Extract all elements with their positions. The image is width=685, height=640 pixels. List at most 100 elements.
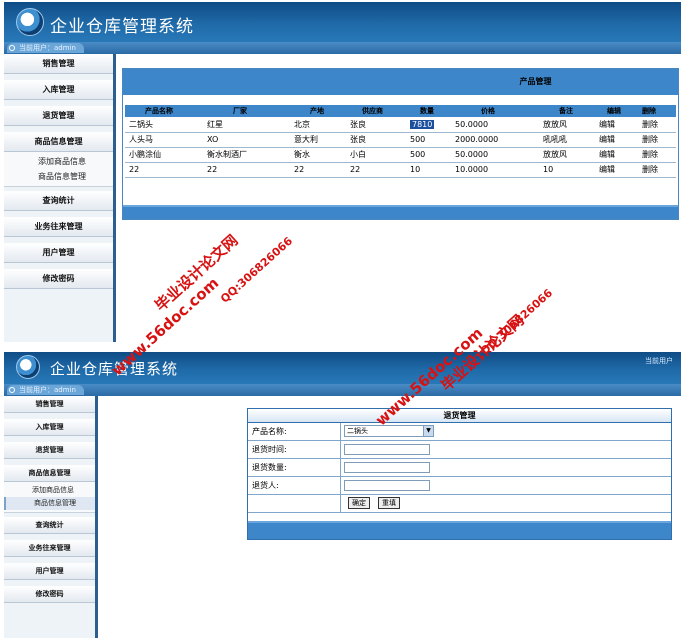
return-person-input[interactable] [344, 480, 430, 491]
col-maker: 厂家 [203, 105, 290, 117]
form-row-time: 退货时间: [248, 441, 671, 459]
sidebar: 销售管理 入库管理 退货管理 商品信息管理 添加商品信息 商品信息管理 查询统计… [4, 54, 116, 342]
return-time-input[interactable] [344, 444, 430, 455]
menu-query-stats[interactable]: 查询统计 [4, 517, 95, 534]
app-header: 企业仓库管理系统 当前用户 [4, 352, 681, 384]
col-note: 备注 [539, 105, 595, 117]
cell-qty: 500 [406, 147, 451, 163]
col-supplier: 供应商 [346, 105, 406, 117]
menu-stock-in[interactable]: 入库管理 [4, 419, 95, 436]
cell-maker: XO [203, 132, 290, 148]
sidebar: 销售管理 入库管理 退货管理 商品信息管理 添加商品信息 商品信息管理 查询统计… [4, 396, 98, 638]
cell-maker: 22 [203, 162, 290, 178]
form-row-qty: 退货数量: [248, 459, 671, 477]
user-bar: 当前用户：admin [4, 42, 681, 54]
app-header: 企业仓库管理系统 [4, 2, 681, 42]
product-name-selected: 二锅头 [347, 427, 368, 435]
cell-name: 小鹏涂仙 [125, 147, 203, 163]
menu-product-info[interactable]: 商品信息管理 [4, 132, 113, 152]
reset-button[interactable]: 重填 [378, 497, 400, 509]
product-name-label: 产品名称: [252, 427, 287, 436]
menu-change-password[interactable]: 修改密码 [4, 586, 95, 603]
cell-name: 人头马 [125, 132, 203, 148]
form-row-product: 产品名称: 二锅头 ▼ [248, 423, 671, 441]
cell-origin: 衡水 [290, 147, 346, 163]
menu-stock-in[interactable]: 入库管理 [4, 80, 113, 100]
cell-name: 22 [125, 162, 203, 178]
edit-link[interactable]: 编辑 [595, 162, 638, 178]
col-name: 产品名称 [125, 105, 203, 117]
current-user-tag: 当前用户：admin [7, 43, 84, 53]
cell-note: 放放风 [539, 117, 595, 133]
menu-business[interactable]: 业务往来管理 [4, 217, 113, 237]
menu-sales[interactable]: 销售管理 [4, 396, 95, 413]
menu-sales[interactable]: 销售管理 [4, 54, 113, 74]
delete-link[interactable]: 删除 [638, 162, 676, 178]
table-row: 人头马 XO 意大利 张良 500 2000.0000 吼吼吼 编辑 删除 [125, 132, 676, 148]
cell-maker: 红星 [203, 117, 290, 133]
cell-qty: 10 [406, 162, 451, 178]
user-icon [9, 45, 15, 51]
delete-link[interactable]: 删除 [638, 147, 676, 163]
cell-price: 50.0000 [451, 147, 539, 163]
header-user-label: 当前用户 [645, 357, 673, 365]
return-person-label: 退货人: [252, 481, 279, 490]
screenshot-product-management: 企业仓库管理系统 当前用户：admin 销售管理 入库管理 退货管理 商品信息管… [4, 2, 681, 342]
col-price: 价格 [451, 105, 539, 117]
col-edit: 编辑 [595, 105, 638, 117]
current-user-tag: 当前用户：admin [7, 385, 84, 395]
form-row-buttons: 确定 重填 [248, 495, 671, 513]
submenu-manage-product[interactable]: 商品信息管理 [4, 497, 95, 510]
app-logo-icon [16, 8, 44, 36]
delete-link[interactable]: 删除 [638, 117, 676, 133]
col-delete: 删除 [638, 105, 676, 117]
form-footer-bar [248, 521, 671, 539]
edit-link[interactable]: 编辑 [595, 132, 638, 148]
submenu-product-info: 添加商品信息 商品信息管理 [4, 482, 95, 513]
product-table: 产品名称 厂家 产地 供应商 数量 价格 备注 编辑 删除 二锅头 红星 北京 … [125, 105, 676, 178]
current-user-label: 当前用户：admin [19, 386, 76, 394]
product-name-select[interactable]: 二锅头 ▼ [344, 425, 434, 437]
menu-users[interactable]: 用户管理 [4, 563, 95, 580]
cell-note: 放放风 [539, 147, 595, 163]
cell-supplier: 张良 [346, 132, 406, 148]
menu-users[interactable]: 用户管理 [4, 243, 113, 263]
return-qty-input[interactable] [344, 462, 430, 473]
cell-origin: 意大利 [290, 132, 346, 148]
cell-supplier: 22 [346, 162, 406, 178]
cell-note: 10 [539, 162, 595, 178]
submenu-manage-product[interactable]: 商品信息管理 [4, 169, 113, 184]
menu-business[interactable]: 业务往来管理 [4, 540, 95, 557]
edit-link[interactable]: 编辑 [595, 117, 638, 133]
cell-note: 吼吼吼 [539, 132, 595, 148]
cell-maker: 衡水制酒厂 [203, 147, 290, 163]
submenu-add-product[interactable]: 添加商品信息 [4, 154, 113, 169]
submenu-product-info: 添加商品信息 商品信息管理 [4, 152, 113, 187]
cell-supplier: 小白 [346, 147, 406, 163]
cell-price: 10.0000 [451, 162, 539, 178]
table-row: 二锅头 红星 北京 张良 7810 50.0000 放放风 编辑 删除 [125, 117, 676, 133]
menu-query-stats[interactable]: 查询统计 [4, 191, 113, 211]
delete-link[interactable]: 删除 [638, 132, 676, 148]
cell-name: 二锅头 [125, 117, 203, 133]
app-title: 企业仓库管理系统 [50, 360, 179, 378]
user-icon [9, 387, 15, 393]
chevron-down-icon[interactable]: ▼ [423, 426, 433, 436]
edit-link[interactable]: 编辑 [595, 147, 638, 163]
menu-product-info[interactable]: 商品信息管理 [4, 465, 95, 482]
current-user-label: 当前用户：admin [19, 44, 76, 52]
return-time-label: 退货时间: [252, 445, 287, 454]
menu-returns[interactable]: 退货管理 [4, 106, 113, 126]
user-bar: 当前用户：admin [4, 384, 681, 396]
screenshot-returns-management: 企业仓库管理系统 当前用户 当前用户：admin 销售管理 入库管理 退货管理 … [4, 352, 681, 638]
cell-qty-selected[interactable]: 7810 [410, 119, 435, 129]
col-origin: 产地 [290, 105, 346, 117]
panel-footer-bar [123, 205, 678, 219]
return-form-panel: 退货管理 产品名称: 二锅头 ▼ 退货时间: 退货数量: 退货人: 确定 重填 [247, 408, 672, 540]
return-form-title: 退货管理 [248, 409, 671, 423]
menu-returns[interactable]: 退货管理 [4, 442, 95, 459]
submenu-add-product[interactable]: 添加商品信息 [4, 484, 95, 497]
menu-change-password[interactable]: 修改密码 [4, 269, 113, 289]
confirm-button[interactable]: 确定 [348, 497, 370, 509]
product-panel: 产品管理 产品名称 厂家 产地 供应商 数量 价格 备注 编辑 删除 二锅头 红… [122, 68, 679, 220]
